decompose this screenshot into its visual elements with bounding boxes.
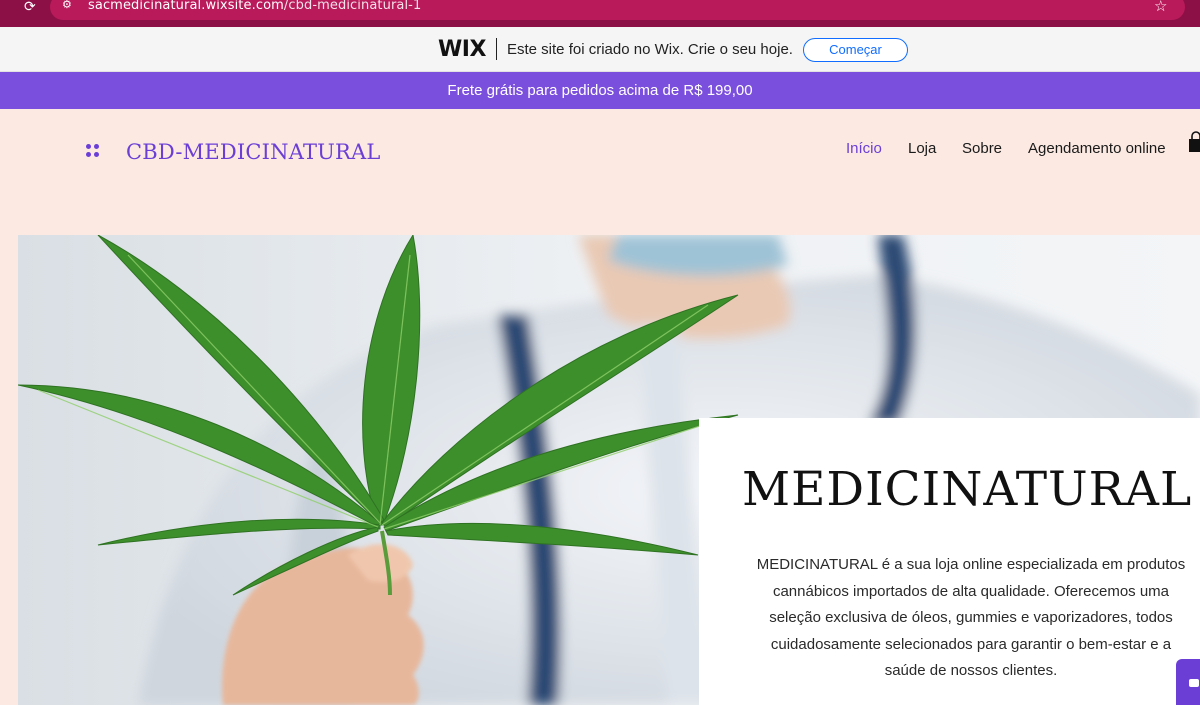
wix-message: Este site foi criado no Wix. Crie o seu … (507, 41, 793, 58)
site-header: CBD-MEDICINATURAL Início Loja Sobre Agen… (0, 109, 1200, 235)
hero-section: MEDICINATURAL MEDICINATURAL é a sua loja… (18, 235, 1200, 705)
url-host: sacmedicinatural.wixsite.com (88, 0, 284, 13)
wix-divider (496, 38, 497, 60)
site-info-icon[interactable]: ⚙ (62, 0, 76, 12)
nav-shop[interactable]: Loja (908, 140, 936, 157)
start-button[interactable]: Começar (803, 38, 908, 62)
promo-bar: Frete grátis para pedidos acima de R$ 19… (0, 72, 1200, 109)
nav-booking[interactable]: Agendamento online (1028, 140, 1166, 157)
reload-icon[interactable]: ⟳ (24, 0, 40, 14)
cart-icon[interactable] (1188, 131, 1200, 153)
bookmark-star-icon[interactable]: ☆ (1154, 0, 1167, 15)
brand-name[interactable]: CBD-MEDICINATURAL (126, 140, 381, 164)
url-text[interactable]: sacmedicinatural.wixsite.com/cbd-medicin… (88, 0, 421, 13)
hero-card: MEDICINATURAL MEDICINATURAL é a sua loja… (699, 418, 1200, 705)
nav-home[interactable]: Início (846, 140, 882, 157)
hero-title: MEDICINATURAL (742, 462, 1193, 517)
url-path: /cbd-medicinatural-1 (283, 0, 422, 13)
nav-about[interactable]: Sobre (962, 140, 1002, 157)
brand-dots-icon[interactable] (86, 144, 102, 160)
wix-logo[interactable]: WIX (438, 37, 486, 62)
chat-icon[interactable] (1176, 659, 1200, 705)
hero-description: MEDICINATURAL é a sua loja online especi… (756, 556, 1186, 679)
browser-toolbar: › ⟳ ⚙ sacmedicinatural.wixsite.com/cbd-m… (0, 0, 1200, 27)
wix-banner: WIX Este site foi criado no Wix. Crie o … (0, 27, 1200, 72)
